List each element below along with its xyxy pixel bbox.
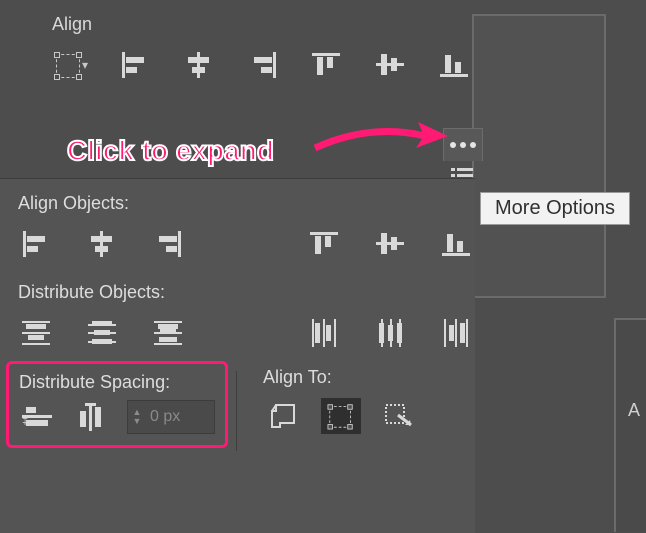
more-options-tooltip: More Options — [480, 192, 630, 225]
annotation-text: Click to expand — [67, 135, 274, 167]
spacing-value-input[interactable]: ▲▼ 0 px — [127, 400, 215, 434]
hspace-icon[interactable] — [73, 399, 109, 435]
canvas-edge-right — [472, 14, 606, 298]
align-objects-title: Align Objects: — [0, 179, 475, 218]
align-to-artboard-icon[interactable] — [263, 398, 303, 434]
vdist-top-icon[interactable] — [18, 315, 54, 351]
align-bottom-icon[interactable] — [437, 47, 471, 83]
align-to-selection-icon[interactable] — [321, 398, 361, 434]
align-right-icon[interactable] — [246, 47, 280, 83]
align-left-icon[interactable] — [118, 47, 152, 83]
align-panel-title: Align — [28, 0, 471, 41]
align-top-icon[interactable] — [306, 226, 342, 262]
annotation-arrow-icon — [310, 118, 450, 158]
panel-edge-right — [614, 318, 646, 532]
align-vcenter-icon[interactable] — [373, 47, 407, 83]
align-to-key-object-icon[interactable] — [379, 398, 419, 434]
align-right-icon[interactable] — [150, 226, 186, 262]
align-hcenter-icon[interactable] — [84, 226, 120, 262]
vdist-center-icon[interactable] — [84, 315, 120, 351]
align-hcenter-icon[interactable] — [182, 47, 216, 83]
vspace-icon[interactable]: ‡ — [19, 399, 55, 435]
align-to-section: Align To: — [241, 357, 419, 434]
hdist-right-icon[interactable] — [438, 315, 474, 351]
distribute-spacing-highlight: Distribute Spacing: ‡ ▲▼ 0 px — [6, 361, 228, 448]
hdist-center-icon[interactable] — [372, 315, 408, 351]
vdist-bottom-icon[interactable] — [150, 315, 186, 351]
hdist-left-icon[interactable] — [306, 315, 342, 351]
align-vcenter-icon[interactable] — [372, 226, 408, 262]
distribute-spacing-title: Distribute Spacing: — [19, 368, 215, 399]
truncated-label: A — [628, 400, 640, 421]
divider — [236, 371, 237, 451]
bounding-box-dropdown[interactable]: ▾ — [52, 47, 88, 83]
distribute-objects-title: Distribute Objects: — [0, 268, 475, 307]
spacing-value: 0 px — [146, 408, 180, 426]
align-top-icon[interactable] — [309, 47, 343, 83]
stepper-arrows-icon[interactable]: ▲▼ — [128, 406, 146, 428]
align-bottom-icon[interactable] — [438, 226, 474, 262]
svg-text:‡: ‡ — [22, 415, 28, 427]
align-to-title: Align To: — [263, 367, 419, 388]
align-left-icon[interactable] — [18, 226, 54, 262]
align-expanded-panel: Align Objects: Distribute Objects: Distr… — [0, 178, 475, 533]
chevron-down-icon: ▾ — [82, 58, 88, 72]
